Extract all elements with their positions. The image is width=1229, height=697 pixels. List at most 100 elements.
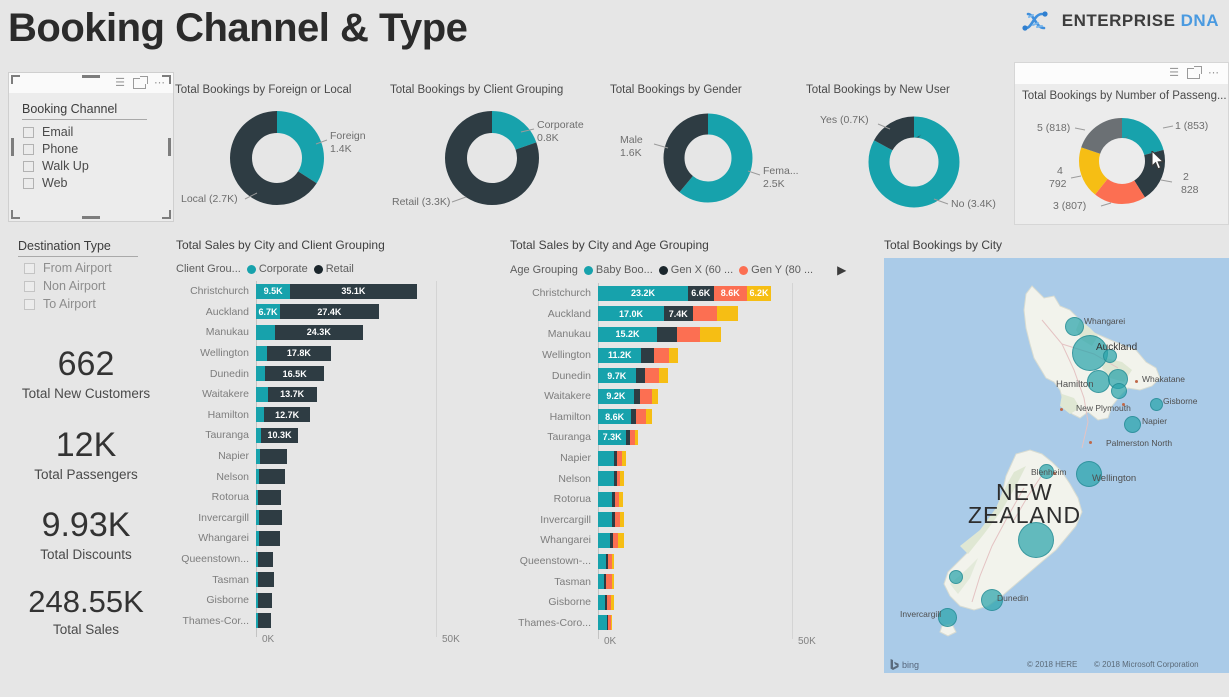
bing-logo[interactable]: bing [890,659,919,670]
bar-segment[interactable] [619,512,624,528]
bar-row[interactable]: Dunedin 9.7K [510,365,870,386]
slicer-item-web[interactable]: Web [23,176,173,190]
bar-segment[interactable] [677,326,701,342]
bar-row-segments[interactable] [256,613,272,629]
map-bubble-napier[interactable] [1124,416,1141,433]
bar-segment[interactable]: 9.2K [598,388,634,404]
bar-segment[interactable] [256,386,268,402]
checkbox-icon[interactable] [24,280,35,292]
checkbox-icon[interactable] [24,262,35,274]
bar-segment[interactable] [652,388,659,404]
bar-row-segments[interactable] [256,530,281,546]
donut-foreign-or-local[interactable]: Total Bookings by Foreign or Local Forei… [175,84,383,216]
focus-mode-icon[interactable] [1187,66,1202,79]
bar-segment[interactable] [598,450,615,466]
bar-segment[interactable] [668,347,679,363]
bar-row[interactable]: Manukau 15.2K [510,324,870,345]
bar-row[interactable]: Gisborne [176,590,496,611]
slicer-item-from-airport[interactable]: From Airport [24,261,178,275]
map-bubble-queenstown[interactable] [949,570,963,584]
checkbox-icon[interactable] [23,160,34,172]
bar-row-segments[interactable] [598,491,624,507]
bar-segment[interactable] [716,306,739,322]
bar-row-segments[interactable] [256,448,287,464]
bar-row-segments[interactable] [256,551,274,567]
checkbox-icon[interactable] [23,177,34,189]
bar-row-segments[interactable] [598,471,625,487]
bar-row-segments[interactable] [598,615,613,631]
bar-row[interactable]: Christchurch 23.2K 6.6K 8.6K 6.2K [510,283,870,304]
bar-segment[interactable]: 9.5K [256,283,291,299]
resize-handle-bottom-left[interactable] [11,210,20,219]
donut-chart[interactable]: 1 (853) 2 828 3 (807) 4 792 5 (818) [1015,104,1228,222]
bar-row-segments[interactable]: 9.7K [598,368,668,384]
destination-type-slicer[interactable]: Destination Type From Airport Non Airpor… [18,237,178,311]
bar-segment[interactable] [612,574,615,590]
bar-segment[interactable]: 12.7K [264,407,310,423]
bar-segment[interactable] [610,615,613,631]
map-bubble-tauranga[interactable] [1111,383,1127,399]
bar-segment[interactable] [259,530,281,546]
bar-row[interactable]: Napier [176,446,496,467]
bar-row[interactable]: Waitakere 13.7K [176,384,496,405]
bar-segment[interactable] [598,594,606,610]
bar-row-segments[interactable]: 9.2K [598,388,659,404]
donut-chart[interactable]: Corporate 0.8K Retail (3.3K) [390,96,598,216]
bar-row[interactable]: Rotorua [176,487,496,508]
donut-chart[interactable]: Male 1.6K Fema... 2.5K [610,96,810,216]
checkbox-icon[interactable] [23,126,34,138]
bar-segment[interactable]: 6.7K [256,304,281,320]
chart-sales-by-city-client-grouping[interactable]: Total Sales by City and Client Grouping … [176,238,496,649]
resize-handle-top-left[interactable] [11,75,20,84]
bar-row-segments[interactable]: 23.2K 6.6K 8.6K 6.2K [598,285,772,301]
focus-mode-icon[interactable] [133,75,148,89]
bar-segment[interactable] [619,491,624,507]
bar-segment[interactable] [656,326,678,342]
bar-segment[interactable]: 7.3K [598,429,627,445]
bar-row[interactable]: Tasman [510,571,870,592]
bar-segment[interactable] [598,532,611,548]
chart-plot-area[interactable]: Christchurch 23.2K 6.6K 8.6K 6.2K Auckland 17.… [510,283,870,640]
legend-item-corporate[interactable]: Corporate [246,263,308,275]
donut-chart[interactable]: Yes (0.7K) No (3.4K) [806,96,1014,221]
bar-segment[interactable] [700,326,721,342]
bar-segment[interactable]: 27.4K [280,304,379,320]
bar-segment[interactable] [640,388,653,404]
legend-next-arrow-icon[interactable]: ▶ [837,263,846,277]
bar-segment[interactable]: 9.7K [598,368,636,384]
bar-segment[interactable] [598,553,606,569]
bar-segment[interactable] [644,368,659,384]
bar-row-segments[interactable] [598,594,615,610]
bar-row-segments[interactable]: 7.3K [598,429,638,445]
bar-row[interactable]: Hamilton 12.7K [176,405,496,426]
bar-row[interactable]: Auckland 17.0K 7.4K [510,304,870,325]
bar-row[interactable]: Tasman [176,569,496,590]
bar-row-segments[interactable]: 8.6K [598,409,652,425]
bar-segment[interactable] [598,615,607,631]
resize-handle-right[interactable] [168,138,171,156]
bar-segment[interactable] [257,613,272,629]
bar-row[interactable]: Queenstown... [176,549,496,570]
hamburger-icon[interactable]: ☰ [1169,68,1179,79]
bar-row[interactable]: Wellington 11.2K [510,345,870,366]
bar-row[interactable]: Wellington 17.8K [176,343,496,364]
bar-row-segments[interactable] [256,592,273,608]
bar-row-segments[interactable] [598,512,624,528]
map-canvas[interactable]: Whangarei Auckland Hamilton Whakatane Gi… [884,258,1229,673]
bar-row-segments[interactable]: 17.0K 7.4K [598,306,739,322]
more-options-icon[interactable]: ⋯ [1208,68,1219,79]
bar-row-segments[interactable]: 13.7K [256,386,317,402]
bar-row[interactable]: Manukau 24.3K [176,322,496,343]
bar-segment[interactable]: 7.4K [663,306,693,322]
resize-handle-top-right[interactable] [162,75,171,84]
bar-segment[interactable]: 17.8K [266,345,331,361]
bar-segment[interactable] [257,489,282,505]
slicer-item-non-airport[interactable]: Non Airport [24,279,178,293]
slicer-item-to-airport[interactable]: To Airport [24,297,178,311]
bar-row-segments[interactable]: 6.7K 27.4K [256,304,379,320]
bar-segment[interactable] [259,448,287,464]
donut-new-user[interactable]: Total Bookings by New User Yes (0.7K) No… [806,84,1014,221]
bar-row[interactable]: Rotorua [510,489,870,510]
bar-segment[interactable] [257,572,274,588]
bar-segment[interactable] [634,429,638,445]
